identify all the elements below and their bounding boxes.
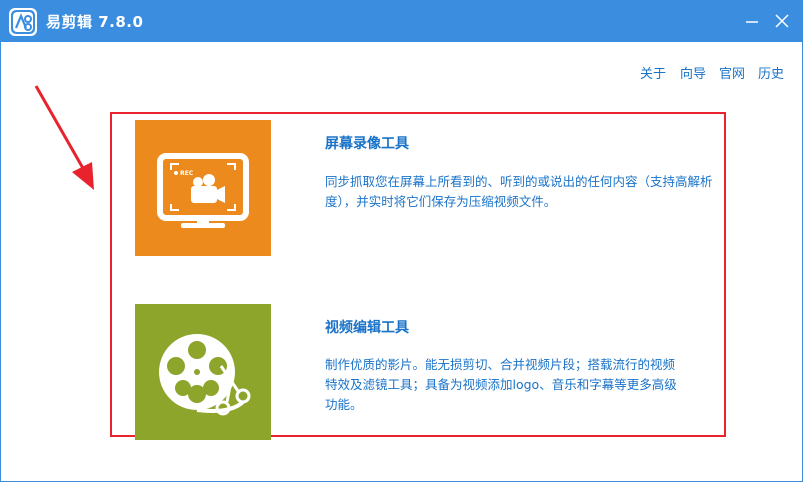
screen-recorder-title[interactable]: 屏幕录像工具 [325, 133, 409, 153]
app-logo-icon [9, 8, 37, 36]
minimize-icon [746, 21, 758, 23]
top-nav: 关于 向导 官网 历史 [640, 63, 790, 82]
video-editor-icon [159, 334, 251, 416]
video-editor-title[interactable]: 视频编辑工具 [325, 317, 409, 337]
screen-recorder-description: 同步抓取您在屏幕上所看到的、听到的或说出的任何内容（支持高解析度），并实时将它们… [325, 174, 713, 209]
website-link[interactable]: 官网 [719, 63, 745, 82]
rec-badge: REC [180, 170, 194, 177]
screen-recorder-icon: REC [157, 153, 249, 228]
close-button[interactable] [773, 12, 791, 30]
screen-recorder-tile[interactable]: REC [135, 120, 271, 256]
window-title: 易剪辑 7.8.0 [46, 13, 144, 31]
guide-link[interactable]: 向导 [680, 63, 706, 82]
video-editor-description: 制作优质的影片。能无损剪切、合并视频片段；搭载流行的视频特效及滤镜工具；具备为视… [325, 357, 677, 412]
video-editor-tile[interactable] [135, 304, 271, 440]
close-icon [775, 14, 789, 28]
minimize-button[interactable] [743, 12, 761, 30]
history-link[interactable]: 历史 [758, 63, 784, 82]
title-bar[interactable]: 易剪辑 7.8.0 [0, 0, 803, 42]
about-link[interactable]: 关于 [640, 63, 666, 82]
annotation-arrow-icon [34, 85, 94, 190]
